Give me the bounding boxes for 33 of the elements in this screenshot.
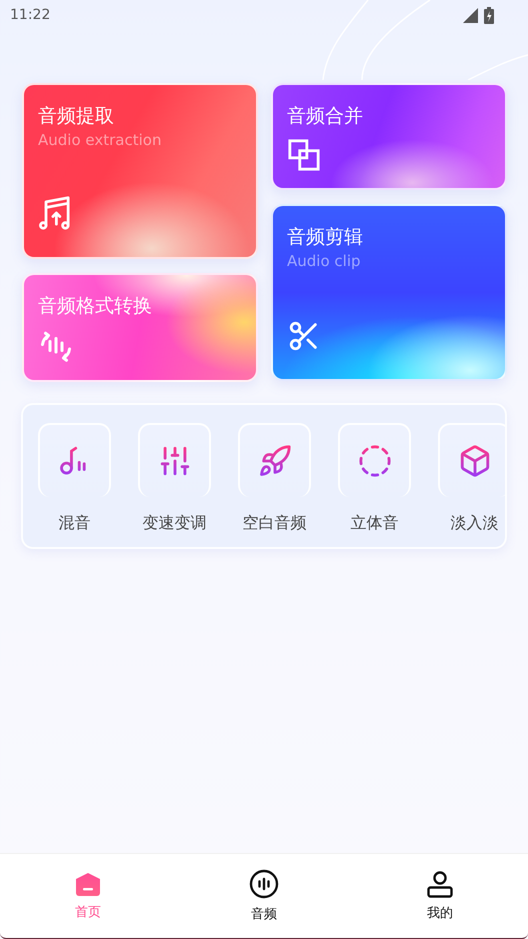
card-title: 音频剪辑 [287, 225, 364, 250]
tool-button[interactable] [138, 423, 211, 497]
feature-card[interactable]: 音频格式转换 [22, 273, 258, 382]
overlapping-squares-icon [287, 138, 321, 172]
card-subtitle: Audio extraction [38, 130, 162, 151]
tool-label: 淡入淡 [450, 513, 498, 534]
nav-tab[interactable]: 我的 [400, 870, 480, 922]
card-title: 音频合并 [287, 104, 364, 129]
tool-label: 混音 [58, 513, 90, 534]
nav-tab[interactable]: 首页 [48, 871, 128, 921]
tool-button[interactable] [438, 423, 505, 497]
sound-wave-icon [249, 869, 279, 899]
feature-card[interactable]: 音频合并 [271, 83, 507, 190]
music-upload-icon [38, 195, 72, 231]
tool-button[interactable] [338, 423, 411, 497]
home-icon [75, 871, 101, 897]
tool-label: 变速变调 [142, 513, 206, 534]
signal-icon [463, 8, 478, 22]
tool-label: 空白音频 [242, 513, 306, 534]
rocket-icon [258, 444, 292, 478]
card-title: 音频格式转换 [38, 294, 153, 319]
tool-button[interactable] [238, 423, 311, 497]
nav-tab[interactable]: 音频 [224, 869, 304, 923]
status-time: 11:22 [10, 7, 50, 23]
dashed-circle-icon [358, 444, 392, 478]
card-title: 音频提取 [38, 104, 115, 129]
battery-charging-icon [484, 6, 494, 24]
tool-label: 立体音 [350, 513, 398, 534]
feature-card[interactable]: 音频剪辑 Audio clip [271, 204, 507, 381]
feature-card[interactable]: 音频提取 Audio extraction [22, 83, 258, 259]
card-subtitle: Audio clip [287, 251, 362, 272]
person-icon [426, 870, 454, 898]
tool-button[interactable] [38, 423, 111, 497]
